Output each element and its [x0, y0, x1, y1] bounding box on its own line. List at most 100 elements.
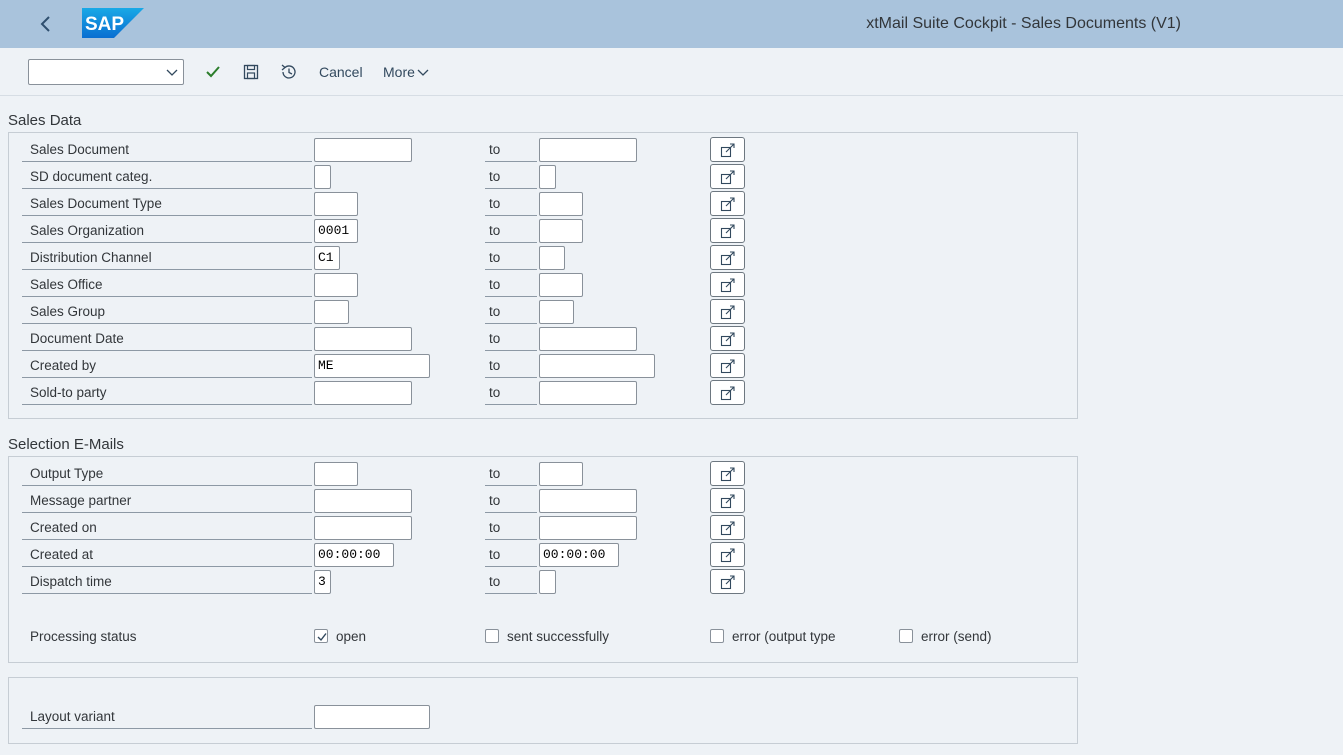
sales-document-type-to-label: to: [485, 190, 537, 216]
document-date-from-input[interactable]: [314, 327, 412, 351]
sd-document-categ-to-input[interactable]: [539, 165, 556, 189]
sales-document-multiple-selection-button[interactable]: [710, 137, 745, 162]
created-by-from-input[interactable]: ME: [314, 354, 430, 378]
sales-group-to-input[interactable]: [539, 300, 574, 324]
multiple-selection-icon: [720, 305, 735, 320]
sales-document-label: Sales Document: [22, 136, 312, 162]
variant-select[interactable]: [28, 59, 184, 85]
status-open-checkbox[interactable]: [314, 629, 328, 643]
status-error-send-label: error (send): [921, 629, 992, 644]
multiple-selection-icon: [720, 332, 735, 347]
sold-to-party-from-input[interactable]: [314, 381, 412, 405]
sd-document-categ-to-label: to: [485, 163, 537, 189]
sold-to-party-label: Sold-to party: [22, 379, 312, 405]
sold-to-party-to-input[interactable]: [539, 381, 637, 405]
status-sent-successfully-checkbox[interactable]: [485, 629, 499, 643]
layout-variant-input[interactable]: [314, 705, 430, 729]
created-on-multiple-selection-button[interactable]: [710, 515, 745, 540]
sales-office-to-label: to: [485, 271, 537, 297]
multiple-selection-icon: [720, 494, 735, 509]
sales-group-to-label: to: [485, 298, 537, 324]
sd-document-categ-multiple-selection-button[interactable]: [710, 164, 745, 189]
shell-bar: SAP xtMail Suite Cockpit - Sales Documen…: [0, 0, 1343, 48]
message-partner-from-input[interactable]: [314, 489, 412, 513]
multiple-selection-icon: [720, 170, 735, 185]
chevron-left-icon: [40, 16, 50, 32]
output-type-to-input[interactable]: [539, 462, 583, 486]
sales-organization-label: Sales Organization: [22, 217, 312, 243]
sales-group-multiple-selection-button[interactable]: [710, 299, 745, 324]
multiple-selection-icon: [720, 224, 735, 239]
document-date-to-input[interactable]: [539, 327, 637, 351]
sales-document-type-multiple-selection-button[interactable]: [710, 191, 745, 216]
sap-logo[interactable]: SAP: [82, 8, 144, 38]
status-error-output-type-label: error (output type: [732, 629, 836, 644]
sales-office-to-input[interactable]: [539, 273, 583, 297]
created-at-multiple-selection-button[interactable]: [710, 542, 745, 567]
layout-variant-label: Layout variant: [22, 703, 312, 729]
sold-to-party-to-label: to: [485, 379, 537, 405]
section-title-sales-data: Sales Data: [8, 112, 82, 129]
multiple-selection-icon: [720, 548, 735, 563]
sold-to-party-multiple-selection-button[interactable]: [710, 380, 745, 405]
chevron-down-icon: [417, 69, 429, 76]
sales-document-from-input[interactable]: [314, 138, 412, 162]
message-partner-to-label: to: [485, 487, 537, 513]
sales-organization-to-input[interactable]: [539, 219, 583, 243]
sales-document-type-to-input[interactable]: [539, 192, 583, 216]
save-icon: [243, 64, 259, 80]
document-date-label: Document Date: [22, 325, 312, 351]
multiple-selection-icon: [720, 467, 735, 482]
back-button[interactable]: [32, 10, 60, 38]
sd-document-categ-label: SD document categ.: [22, 163, 312, 189]
multiple-selection-icon: [720, 251, 735, 266]
created-by-to-input[interactable]: [539, 354, 655, 378]
created-on-to-label: to: [485, 514, 537, 540]
dispatch-time-to-label: to: [485, 568, 537, 594]
created-at-to-label: to: [485, 541, 537, 567]
sales-document-type-label: Sales Document Type: [22, 190, 312, 216]
sales-office-multiple-selection-button[interactable]: [710, 272, 745, 297]
sales-group-from-input[interactable]: [314, 300, 349, 324]
sales-document-type-from-input[interactable]: [314, 192, 358, 216]
document-date-multiple-selection-button[interactable]: [710, 326, 745, 351]
created-at-to-input[interactable]: 00:00:00: [539, 543, 619, 567]
created-on-to-input[interactable]: [539, 516, 637, 540]
sd-document-categ-from-input[interactable]: [314, 165, 331, 189]
execute-button[interactable]: [203, 62, 223, 82]
checkmark-icon: [206, 66, 220, 78]
created-at-label: Created at: [22, 541, 312, 567]
cancel-button[interactable]: Cancel: [319, 64, 363, 80]
dispatch-time-to-input[interactable]: [539, 570, 556, 594]
distribution-channel-to-input[interactable]: [539, 246, 565, 270]
message-partner-to-input[interactable]: [539, 489, 637, 513]
toolbar: Cancel More: [0, 48, 1343, 96]
status-error-send-checkbox[interactable]: [899, 629, 913, 643]
message-partner-label: Message partner: [22, 487, 312, 513]
sales-document-to-input[interactable]: [539, 138, 637, 162]
created-at-from-input[interactable]: 00:00:00: [314, 543, 394, 567]
created-by-multiple-selection-button[interactable]: [710, 353, 745, 378]
dispatch-time-multiple-selection-button[interactable]: [710, 569, 745, 594]
sales-organization-from-input[interactable]: 0001: [314, 219, 358, 243]
sales-office-label: Sales Office: [22, 271, 312, 297]
output-type-multiple-selection-button[interactable]: [710, 461, 745, 486]
message-partner-multiple-selection-button[interactable]: [710, 488, 745, 513]
sales-organization-multiple-selection-button[interactable]: [710, 218, 745, 243]
more-button[interactable]: More: [383, 64, 429, 80]
history-button[interactable]: [279, 62, 299, 82]
multiple-selection-icon: [720, 197, 735, 212]
save-variant-button[interactable]: [241, 62, 261, 82]
output-type-from-input[interactable]: [314, 462, 358, 486]
app-title: xtMail Suite Cockpit - Sales Documents (…: [866, 15, 1181, 32]
created-on-from-input[interactable]: [314, 516, 412, 540]
section-title-selection-emails: Selection E-Mails: [8, 436, 124, 453]
status-error-output-type-checkbox[interactable]: [710, 629, 724, 643]
dispatch-time-from-input[interactable]: 3: [314, 570, 331, 594]
sales-group-label: Sales Group: [22, 298, 312, 324]
distribution-channel-multiple-selection-button[interactable]: [710, 245, 745, 270]
multiple-selection-icon: [720, 143, 735, 158]
distribution-channel-from-input[interactable]: C1: [314, 246, 340, 270]
sales-office-from-input[interactable]: [314, 273, 358, 297]
created-by-to-label: to: [485, 352, 537, 378]
